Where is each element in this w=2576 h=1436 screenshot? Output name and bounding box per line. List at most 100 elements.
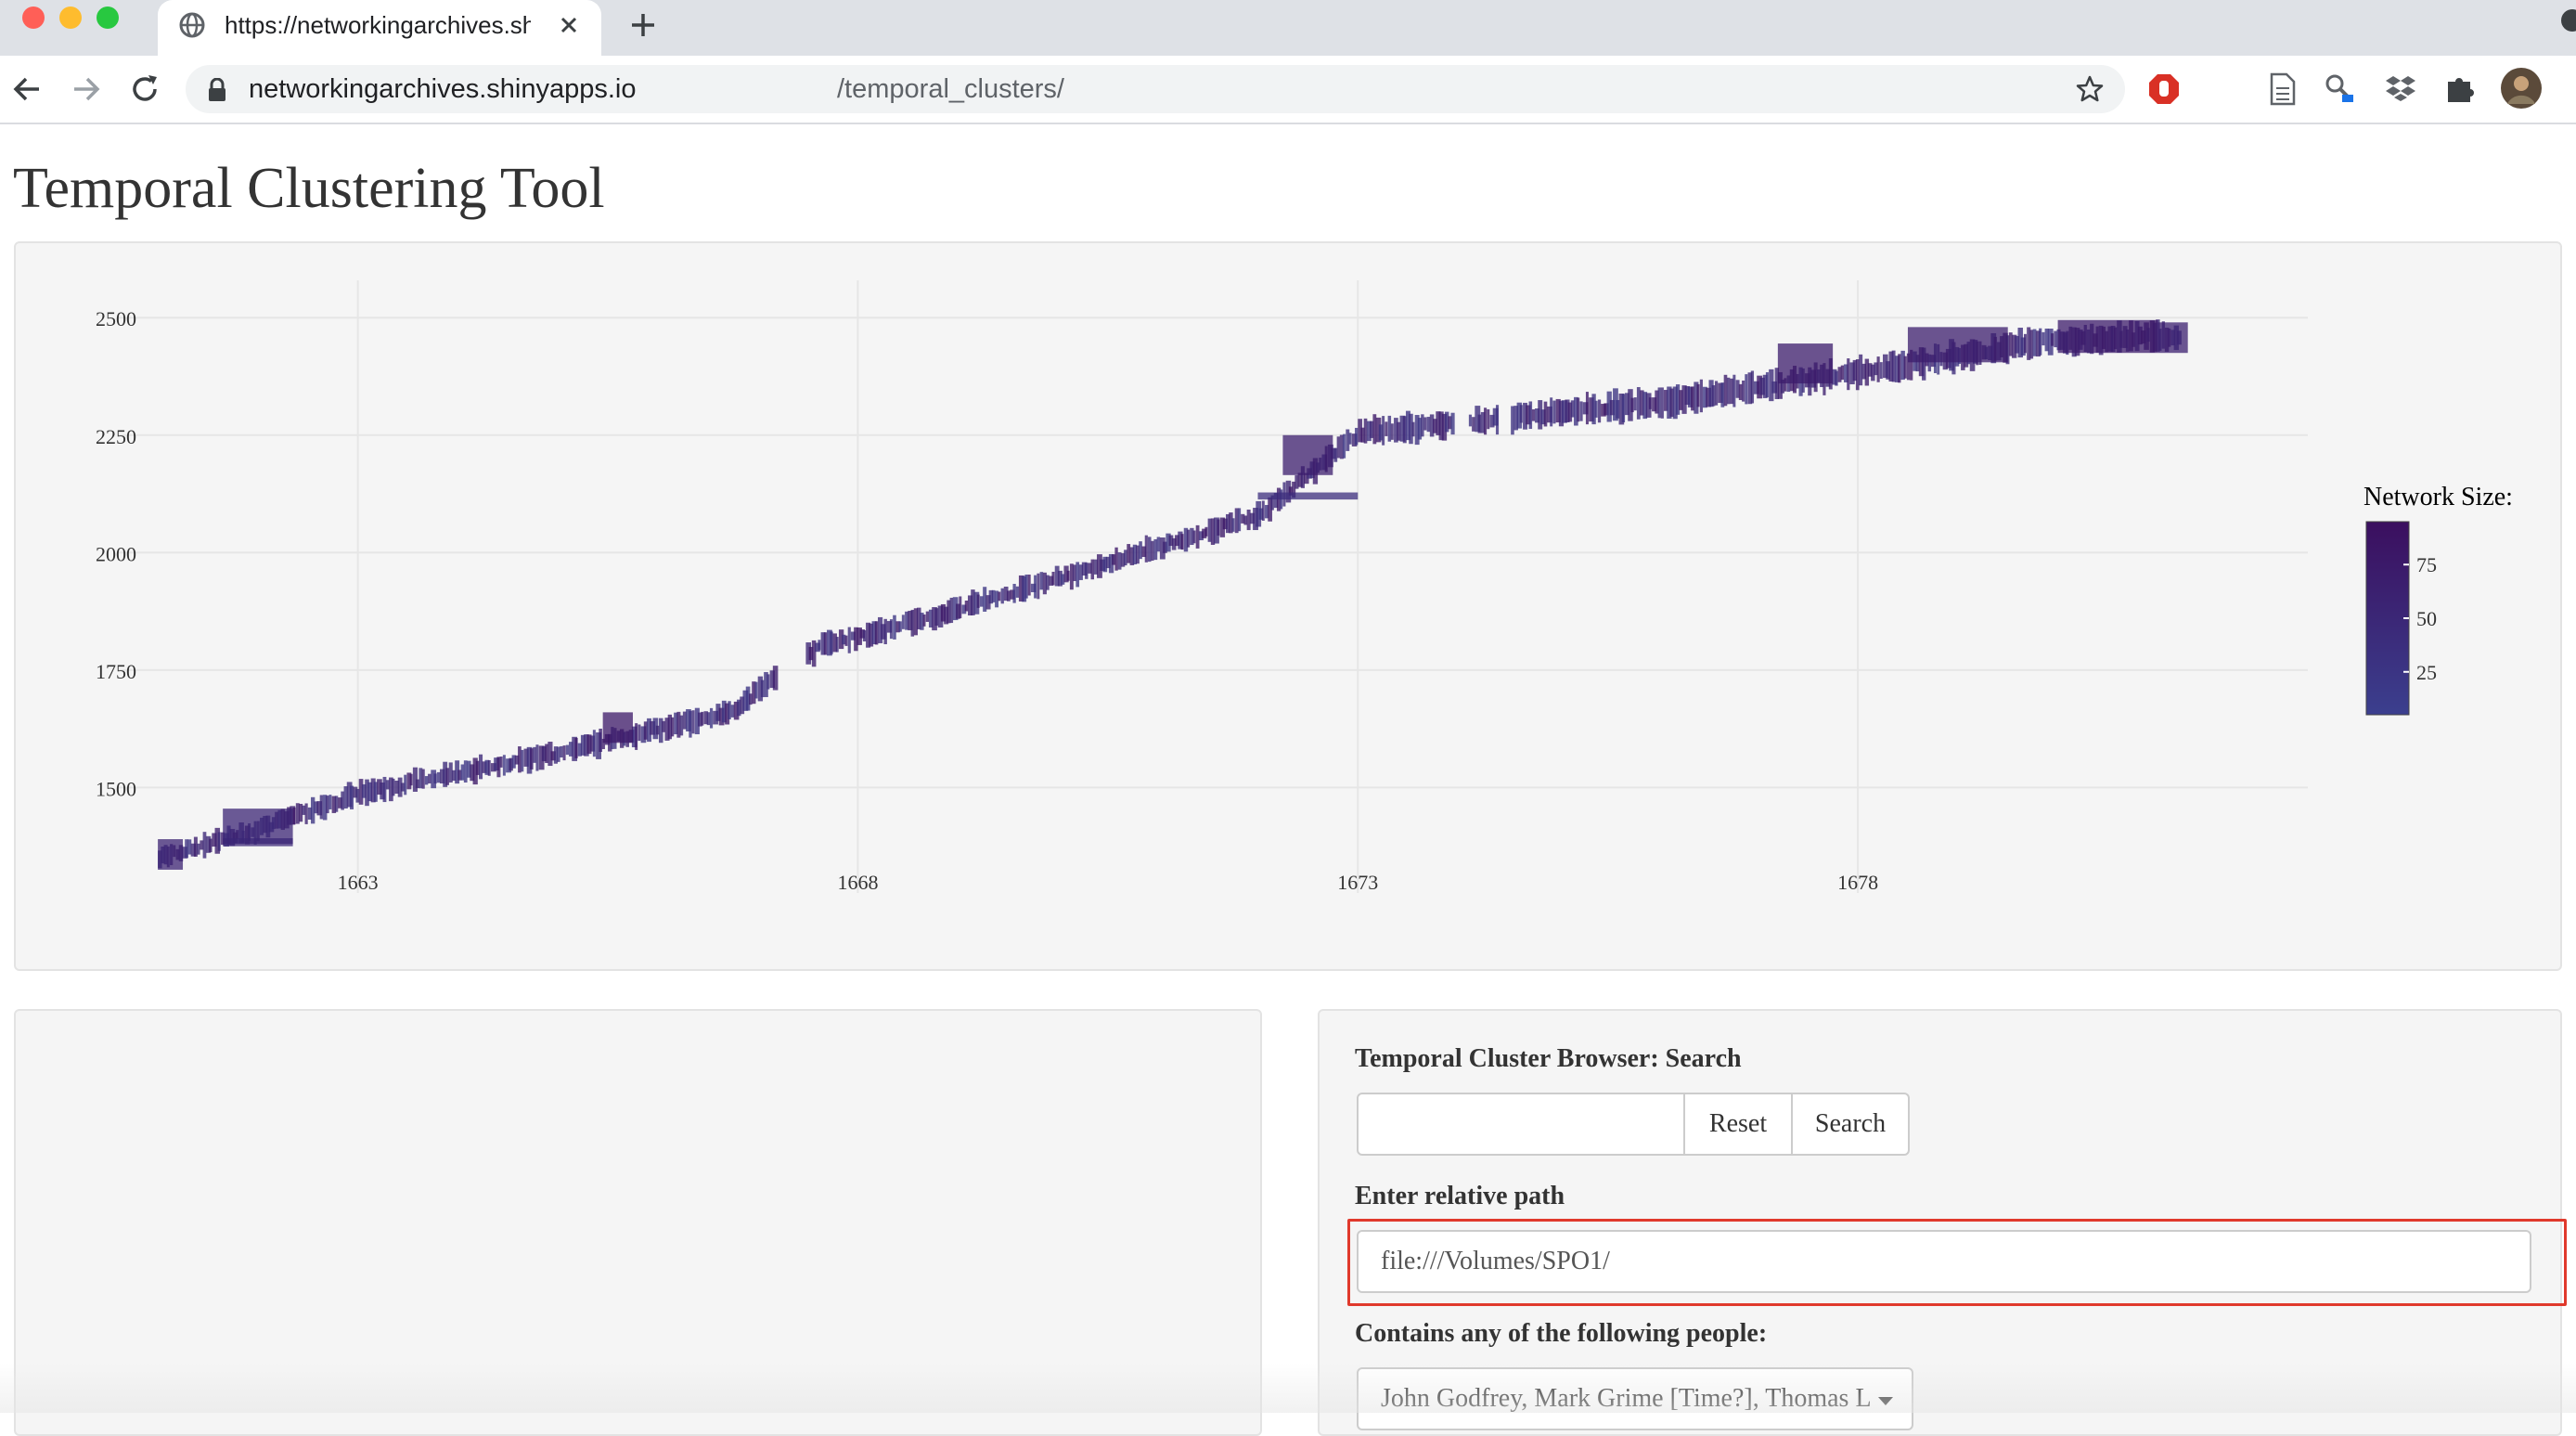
cluster-bar[interactable] (949, 597, 954, 624)
cluster-bar[interactable] (1363, 418, 1368, 444)
cluster-bar[interactable] (1027, 574, 1031, 596)
cluster-bar[interactable] (991, 589, 996, 602)
cluster-bar[interactable] (409, 773, 413, 786)
cluster-bar[interactable] (1742, 380, 1745, 402)
cluster-bar[interactable] (535, 744, 539, 771)
cluster-bar[interactable] (334, 796, 339, 812)
cluster-bar[interactable] (428, 773, 431, 783)
puzzle-extensions-icon[interactable] (2444, 72, 2476, 109)
cluster-bar[interactable] (1847, 358, 1850, 391)
cluster-bar[interactable] (2051, 333, 2054, 346)
cluster-bar[interactable] (1543, 401, 1548, 427)
cluster-bar[interactable] (959, 596, 962, 619)
window-close-button[interactable] (22, 6, 45, 29)
cluster-bar[interactable] (1348, 433, 1352, 445)
cluster-bar[interactable] (922, 615, 926, 627)
cluster-bar[interactable] (635, 723, 638, 750)
cluster-bar[interactable] (1898, 354, 1901, 383)
cluster-bar[interactable] (518, 746, 522, 773)
cluster-bar[interactable] (1156, 537, 1161, 552)
cluster-bar[interactable] (835, 637, 839, 653)
cluster-bar[interactable] (1738, 383, 1743, 401)
cluster-bar[interactable] (197, 843, 200, 855)
cluster-bar[interactable] (889, 619, 893, 640)
cluster-bar[interactable] (1204, 526, 1208, 537)
cluster-bar[interactable] (326, 796, 329, 814)
cluster-bar[interactable] (304, 803, 308, 824)
cluster-bar[interactable] (1585, 392, 1589, 425)
cluster-bar[interactable] (1720, 382, 1725, 408)
people-select[interactable]: John Godfrey, Mark Grime [Time?], Thomas… (1357, 1367, 1913, 1430)
cluster-bar[interactable] (529, 748, 534, 770)
cluster-bar[interactable] (499, 757, 503, 768)
plus-icon[interactable] (627, 9, 659, 45)
cluster-bar[interactable] (592, 730, 596, 757)
cluster-bar[interactable] (772, 666, 779, 691)
cluster-bar[interactable] (392, 778, 395, 796)
cluster-bar[interactable] (328, 795, 332, 809)
cluster-bar[interactable] (638, 724, 641, 742)
cluster-block[interactable] (1777, 343, 1834, 384)
cluster-bar[interactable] (1594, 400, 1598, 418)
close-icon[interactable] (555, 11, 583, 44)
cluster-bar[interactable] (1835, 370, 1838, 386)
cluster-bar[interactable] (209, 838, 213, 852)
cluster-bar[interactable] (1495, 405, 1500, 435)
back-arrow-icon[interactable] (11, 72, 45, 110)
cluster-bar[interactable] (562, 745, 566, 761)
cluster-bar[interactable] (1879, 362, 1883, 379)
cluster-bar[interactable] (1090, 559, 1095, 580)
cluster-bar[interactable] (557, 746, 560, 762)
cluster-bar[interactable] (818, 640, 821, 651)
cluster-bar[interactable] (1151, 540, 1154, 562)
cluster-bar[interactable] (883, 618, 887, 645)
cluster-bar[interactable] (1385, 421, 1388, 436)
cluster-block[interactable] (2057, 319, 2158, 354)
cluster-block[interactable] (1257, 492, 1359, 500)
cluster-bar[interactable] (1657, 387, 1661, 419)
cluster-bar[interactable] (670, 717, 675, 737)
cluster-bar[interactable] (1114, 547, 1118, 571)
cluster-bar[interactable] (1528, 401, 1533, 430)
cluster-bar[interactable] (979, 596, 984, 607)
cluster-bar[interactable] (1073, 564, 1076, 581)
cluster-bar[interactable] (1477, 414, 1482, 433)
document-icon[interactable] (2268, 72, 2298, 110)
cluster-bar[interactable] (1484, 408, 1488, 435)
cluster-bar[interactable] (844, 635, 848, 646)
cluster-bar[interactable] (1237, 508, 1242, 532)
window-zoom-button[interactable] (97, 6, 119, 29)
cluster-bar[interactable] (1015, 586, 1019, 598)
cluster-bar[interactable] (1423, 417, 1427, 431)
cluster-bar[interactable] (1711, 385, 1716, 407)
cluster-bar[interactable] (1124, 550, 1127, 566)
cluster-bar[interactable] (1855, 359, 1860, 391)
cluster-bar[interactable] (689, 710, 692, 738)
cluster-bar[interactable] (1903, 356, 1907, 379)
cluster-bar[interactable] (679, 715, 684, 736)
cluster-bar[interactable] (1336, 436, 1340, 459)
cluster-bar[interactable] (823, 632, 828, 655)
cluster-bar[interactable] (701, 711, 704, 726)
cluster-bar[interactable] (706, 712, 711, 726)
cluster-block[interactable] (1907, 327, 2008, 363)
cluster-bar[interactable] (1012, 583, 1016, 603)
cluster-bar[interactable] (830, 631, 833, 654)
cluster-bar[interactable] (1699, 379, 1703, 413)
cluster-bar[interactable] (545, 744, 548, 763)
cluster-bar[interactable] (1382, 416, 1385, 446)
cluster-bar[interactable] (1075, 562, 1080, 588)
browser-tab[interactable]: https://networkingarchives.shinyapps.io/… (158, 0, 601, 56)
cluster-bar[interactable] (1577, 397, 1580, 422)
cluster-bar[interactable] (1153, 538, 1158, 561)
cluster-bar[interactable] (1765, 372, 1769, 398)
cluster-bar[interactable] (445, 768, 449, 785)
cluster-bar[interactable] (1024, 574, 1028, 599)
cluster-bar[interactable] (292, 807, 296, 824)
cluster-bar[interactable] (421, 769, 425, 789)
cluster-bar[interactable] (1034, 575, 1037, 599)
cluster-bar[interactable] (217, 832, 221, 851)
reload-icon[interactable] (128, 72, 161, 110)
cluster-bar[interactable] (1714, 381, 1719, 406)
cluster-bar[interactable] (574, 737, 578, 758)
